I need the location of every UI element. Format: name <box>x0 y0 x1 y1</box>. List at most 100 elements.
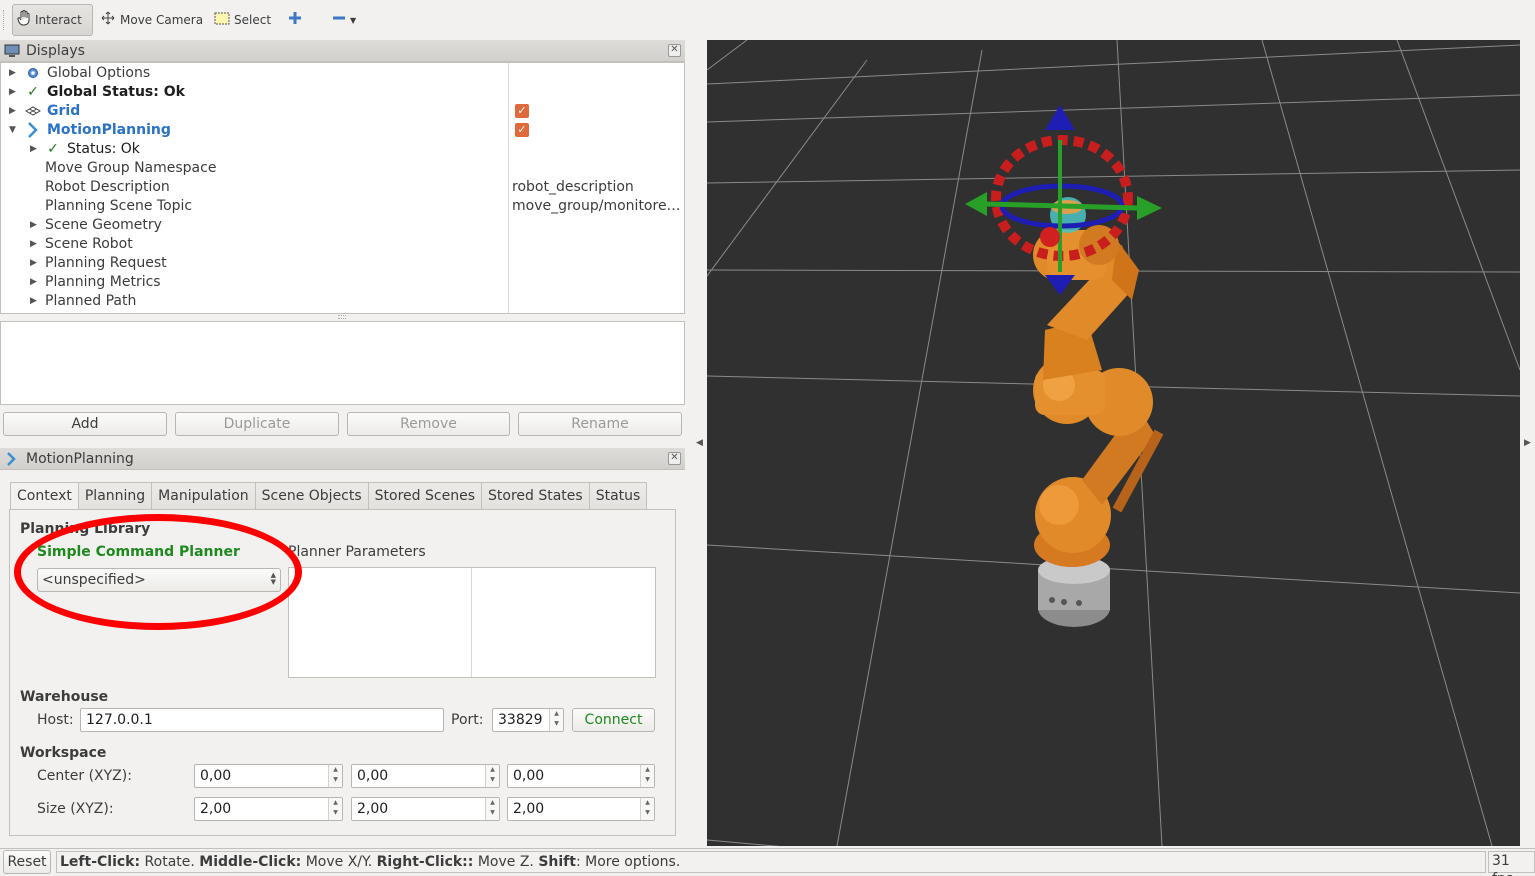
tab-stored-scenes[interactable]: Stored Scenes <box>367 482 482 509</box>
splitter-handle[interactable] <box>338 315 346 319</box>
tab-manipulation[interactable]: Manipulation <box>151 482 256 509</box>
size-z-spinbox[interactable]: 2,00 ▲ ▼ <box>507 797 655 821</box>
tree-row-planning-request[interactable]: ▶ Planning Request <box>1 253 684 272</box>
center-y-spinbox[interactable]: 0,00 ▲ ▼ <box>351 764 500 788</box>
tab-status[interactable]: Status <box>588 482 648 509</box>
3d-viewport[interactable] <box>707 40 1520 846</box>
duplicate-button[interactable]: Duplicate <box>175 412 339 436</box>
motionplanning-icon <box>25 121 41 138</box>
gear-icon <box>25 66 41 80</box>
tree-label: Robot Description <box>45 178 170 195</box>
size-z-value: 2,00 <box>513 801 545 817</box>
tree-row-global-options[interactable]: ▶ Global Options <box>1 63 684 82</box>
tab-planning[interactable]: Planning <box>77 482 153 509</box>
tree-label: Grid <box>47 102 81 119</box>
tree-row-move-group-namespace[interactable]: Move Group Namespace <box>1 158 684 177</box>
close-icon[interactable]: ✕ <box>668 452 681 465</box>
collapse-arrow-icon[interactable]: ▼ <box>9 125 19 135</box>
motionplanning-enabled-checkbox[interactable]: ✓ <box>515 122 529 137</box>
red-annotation-circle <box>14 514 302 630</box>
hint-middle-click: Middle-Click: <box>199 854 302 870</box>
tree-label: Planning Metrics <box>45 273 161 290</box>
warehouse-heading: Warehouse <box>20 689 109 705</box>
center-z-spinbox[interactable]: 0,00 ▲ ▼ <box>507 764 655 788</box>
expand-arrow-icon[interactable]: ▶ <box>30 258 40 268</box>
connect-button[interactable]: Connect <box>572 708 655 732</box>
tree-row-planning-scene-topic[interactable]: Planning Scene Topic move_group/monitore… <box>1 196 684 215</box>
expand-arrow-icon[interactable]: ▶ <box>30 220 40 230</box>
port-label: Port: <box>451 712 484 728</box>
toolbar-grip[interactable] <box>3 10 6 30</box>
tab-context[interactable]: Context <box>10 482 79 510</box>
tree-row-global-status[interactable]: ▶ ✓ Global Status: Ok <box>1 82 684 101</box>
status-hint-text: Left-Click: Rotate. Middle-Click: Move X… <box>56 851 1486 873</box>
select-tool-button[interactable]: Select <box>210 4 275 36</box>
motionplanning-title: MotionPlanning <box>26 450 134 467</box>
hint-left-click-desc: Rotate. <box>140 854 200 870</box>
scene-render <box>707 40 1520 846</box>
spin-arrows-icon[interactable]: ▲ ▼ <box>485 765 499 787</box>
minus-icon <box>332 11 346 29</box>
toolbar: Interact Move Camera Select ▼ <box>0 0 1535 40</box>
center-x-spinbox[interactable]: 0,00 ▲ ▼ <box>194 764 343 788</box>
workspace-heading: Workspace <box>20 745 107 761</box>
move-camera-tool-button[interactable]: Move Camera <box>96 4 207 36</box>
hand-pointer-icon <box>17 10 31 30</box>
collapse-left-panel-icon[interactable]: ◀ <box>696 438 703 448</box>
add-button[interactable]: Add <box>3 412 167 436</box>
port-value: 33829 <box>498 712 543 728</box>
planner-parameters-label: Planner Parameters <box>288 544 426 560</box>
tree-row-robot-description[interactable]: Robot Description robot_description <box>1 177 684 196</box>
expand-arrow-icon[interactable]: ▶ <box>9 68 19 78</box>
spin-arrows-icon[interactable]: ▲ ▼ <box>485 798 499 820</box>
close-icon[interactable]: ✕ <box>668 44 681 57</box>
rename-button[interactable]: Rename <box>518 412 682 436</box>
tree-row-planning-metrics[interactable]: ▶ Planning Metrics <box>1 272 684 291</box>
tree-row-scene-robot[interactable]: ▶ Scene Robot <box>1 234 684 253</box>
tree-row-motionplanning[interactable]: ▼ MotionPlanning ✓ <box>1 120 684 139</box>
tree-value[interactable]: move_group/monitore… <box>512 198 681 214</box>
size-label: Size (XYZ): <box>37 801 114 817</box>
hint-left-click: Left-Click: <box>60 854 141 870</box>
remove-tool-button[interactable]: ▼ <box>328 4 360 36</box>
tab-scene-objects[interactable]: Scene Objects <box>254 482 369 509</box>
port-spinbox[interactable]: 33829 ▲ ▼ <box>492 708 564 732</box>
tree-label: MotionPlanning <box>47 121 171 138</box>
spin-arrows-icon[interactable]: ▲ ▼ <box>328 765 342 787</box>
check-icon: ✓ <box>47 140 59 157</box>
tree-row-planned-path[interactable]: ▶ Planned Path <box>1 291 684 310</box>
expand-right-panel-icon[interactable]: ▶ <box>1524 438 1531 448</box>
size-x-spinbox[interactable]: 2,00 ▲ ▼ <box>194 797 343 821</box>
spin-arrows-icon[interactable]: ▲ ▼ <box>640 765 654 787</box>
spin-arrows-icon[interactable]: ▲ ▼ <box>328 798 342 820</box>
motionplanning-tabs: Context Planning Manipulation Scene Obje… <box>10 482 648 510</box>
spin-arrows-icon[interactable]: ▲ ▼ <box>640 798 654 820</box>
interact-tool-button[interactable]: Interact <box>12 4 93 36</box>
size-y-spinbox[interactable]: 2,00 ▲ ▼ <box>351 797 500 821</box>
spin-arrows-icon[interactable]: ▲ ▼ <box>549 709 563 731</box>
tab-stored-states[interactable]: Stored States <box>481 482 590 509</box>
tree-row-grid[interactable]: ▶ Grid ✓ <box>1 101 684 120</box>
hint-shift: Shift <box>538 854 576 870</box>
expand-arrow-icon[interactable]: ▶ <box>30 277 40 287</box>
add-tool-button[interactable] <box>284 4 310 36</box>
expand-arrow-icon[interactable]: ▶ <box>30 144 40 154</box>
chevron-down-icon[interactable]: ▼ <box>350 16 356 25</box>
remove-button[interactable]: Remove <box>347 412 510 436</box>
tree-value[interactable]: robot_description <box>512 179 634 195</box>
description-area <box>0 321 685 405</box>
tree-row-scene-geometry[interactable]: ▶ Scene Geometry <box>1 215 684 234</box>
displays-tree: ▶ Global Options ▶ ✓ Global Status: Ok ▶… <box>0 62 685 314</box>
reset-button[interactable]: Reset <box>3 850 51 874</box>
expand-arrow-icon[interactable]: ▶ <box>30 296 40 306</box>
host-input[interactable]: 127.0.0.1 <box>80 708 444 732</box>
expand-arrow-icon[interactable]: ▶ <box>9 106 19 116</box>
expand-arrow-icon[interactable]: ▶ <box>30 239 40 249</box>
check-icon: ✓ <box>27 83 39 100</box>
tree-row-status[interactable]: ▶ ✓ Status: Ok <box>1 139 684 158</box>
expand-arrow-icon[interactable]: ▶ <box>9 87 19 97</box>
monitor-icon <box>4 44 20 58</box>
grid-enabled-checkbox[interactable]: ✓ <box>515 103 529 118</box>
hint-right-click: Right-Click:: <box>376 854 474 870</box>
planner-parameters-table[interactable] <box>288 567 656 678</box>
